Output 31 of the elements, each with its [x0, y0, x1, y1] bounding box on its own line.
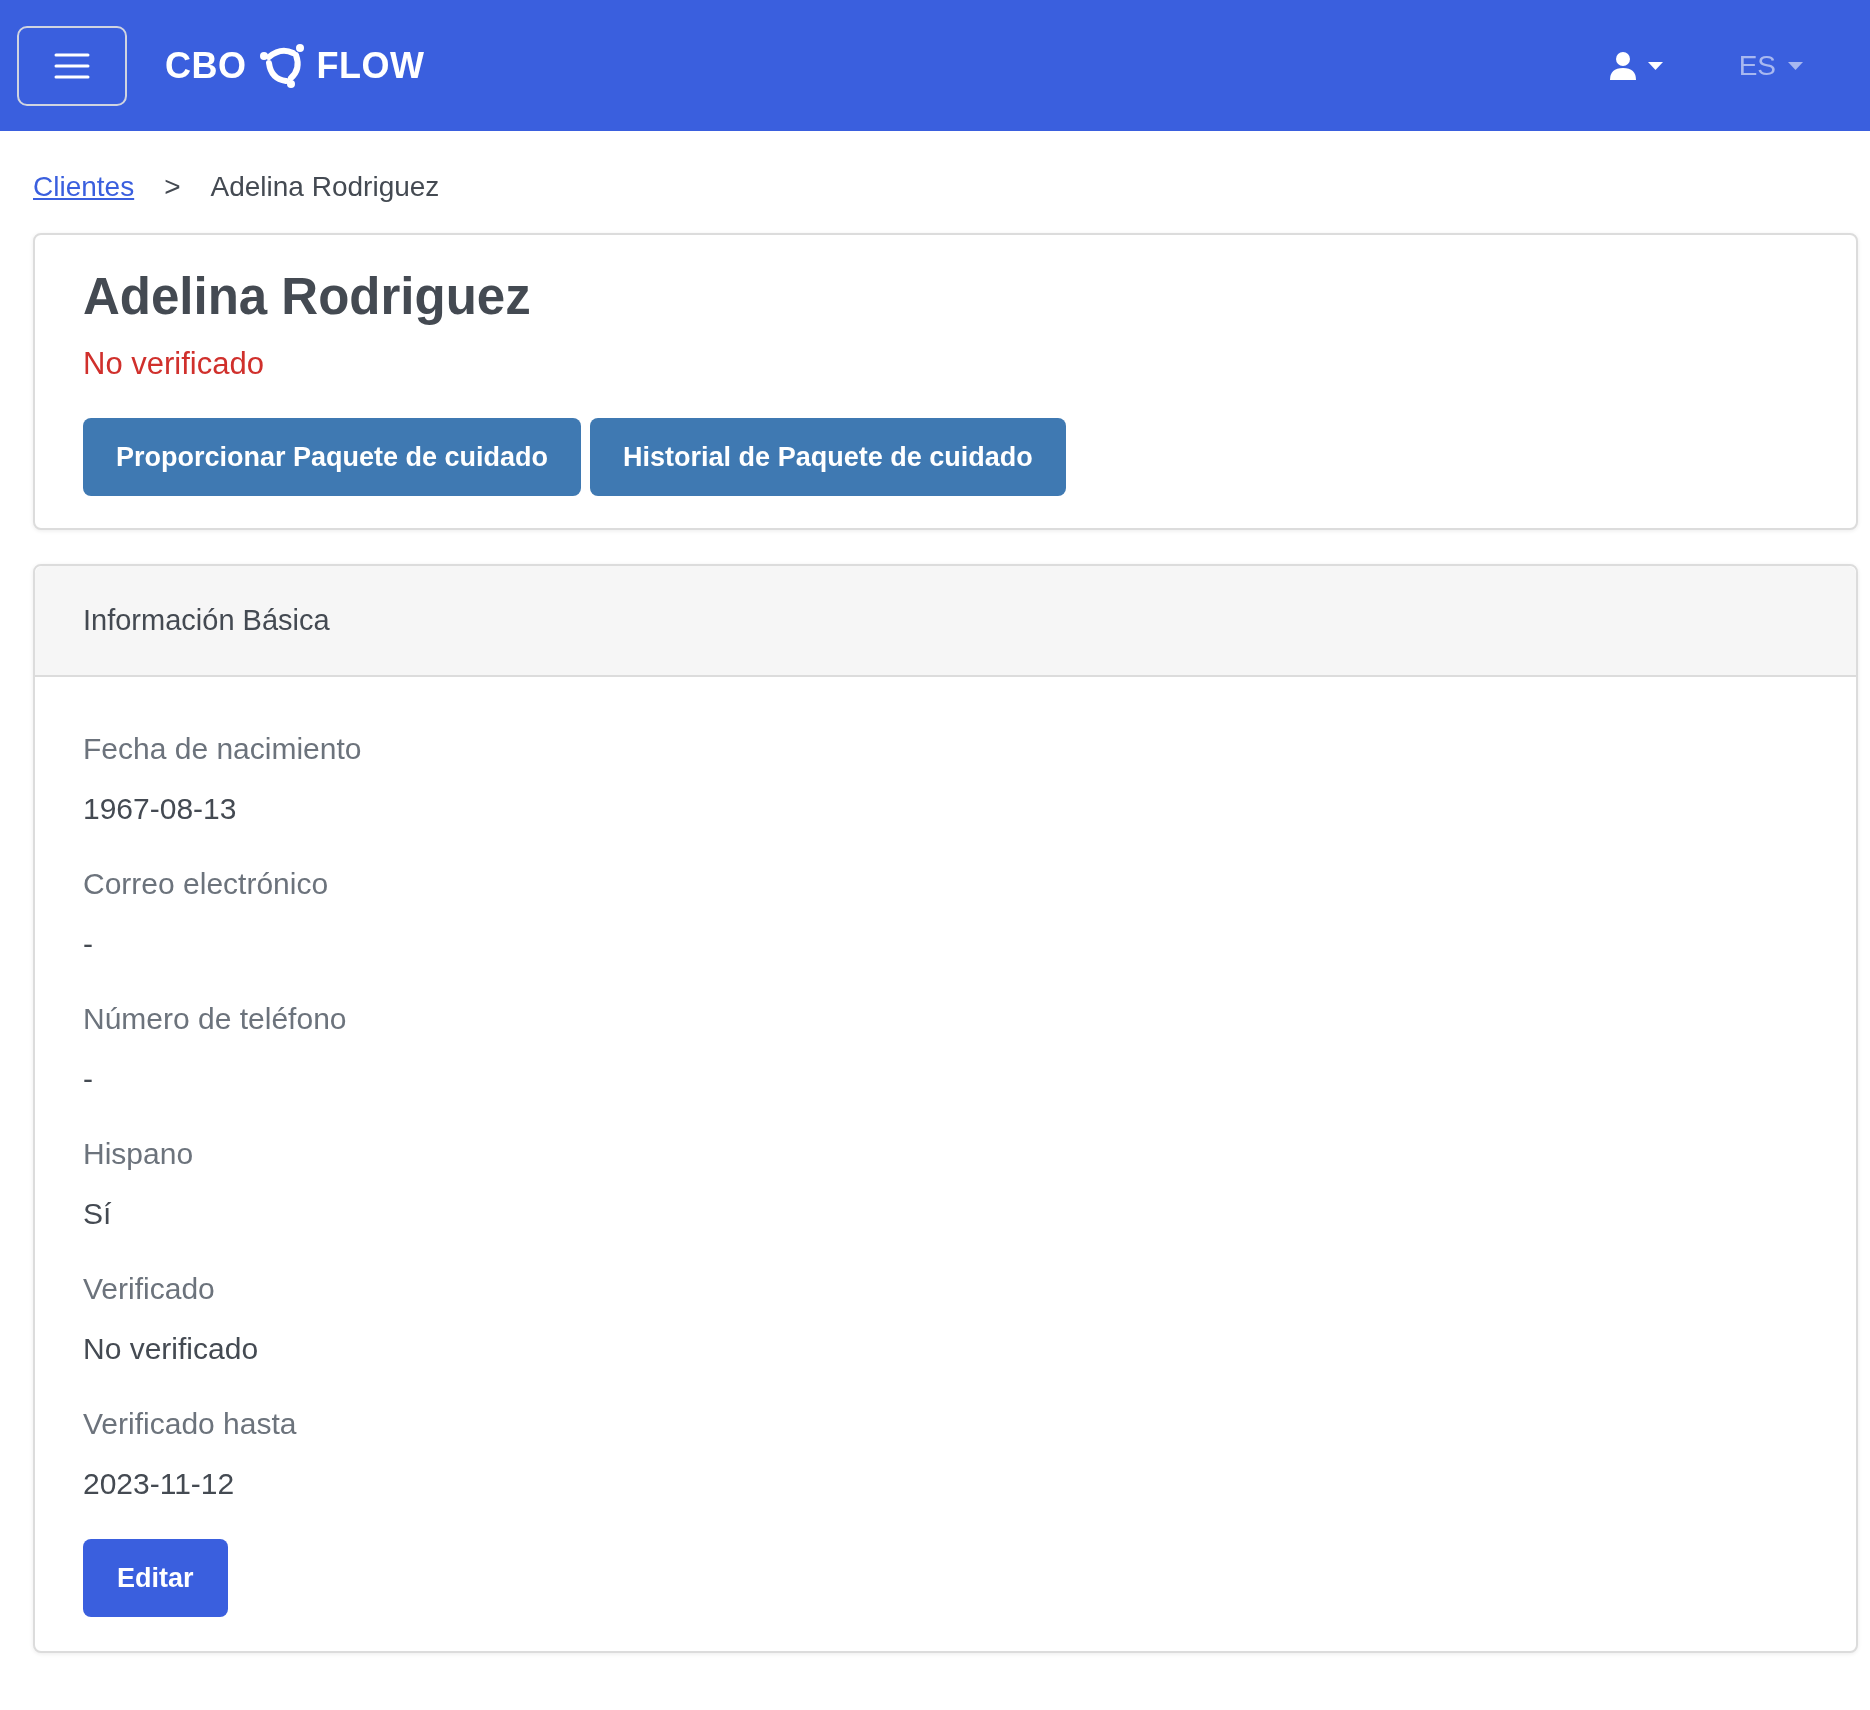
card-header: Información Básica: [35, 566, 1856, 677]
breadcrumb-link[interactable]: Clientes: [33, 171, 135, 203]
field-label: Fecha de nacimiento: [83, 731, 363, 767]
user-icon: [1609, 51, 1636, 80]
field-label: Verificado hasta: [83, 1406, 298, 1442]
client-name: Adelina Rodriguez: [83, 267, 532, 326]
field-value: 1967-08-13: [83, 791, 238, 827]
field-value: -: [83, 1061, 94, 1097]
breadcrumb-separator: >: [164, 171, 181, 203]
field-label: Hispano: [83, 1136, 195, 1172]
menu-button[interactable]: [17, 25, 127, 106]
field-label: Número de teléfono: [83, 1001, 348, 1037]
field-value: 2023-11-12: [83, 1466, 236, 1502]
brand-text: CBO: [165, 44, 247, 87]
edit-button[interactable]: Editar: [83, 1539, 228, 1617]
people-circle-icon: [258, 42, 305, 89]
language-dropdown[interactable]: ES: [1738, 49, 1803, 82]
action-button[interactable]: Proporcionar Paquete de cuidado: [83, 418, 582, 496]
field-value: Sí: [83, 1196, 113, 1232]
field-value: -: [83, 926, 94, 962]
verification-status: No verificado: [83, 346, 265, 382]
user-menu-button[interactable]: [1609, 51, 1663, 80]
menu-icon: [54, 51, 90, 80]
caret-icon: [1647, 61, 1663, 70]
field-label: Verificado: [83, 1271, 216, 1307]
caret-icon: [1788, 61, 1803, 70]
field-label: Correo electrónico: [83, 866, 330, 902]
brand-text: FLOW: [316, 44, 425, 87]
field-value: No verificado: [83, 1331, 260, 1367]
breadcrumb-current: Adelina Rodriguez: [210, 171, 440, 203]
action-button[interactable]: Historial de Paquete de cuidado: [590, 418, 1066, 496]
